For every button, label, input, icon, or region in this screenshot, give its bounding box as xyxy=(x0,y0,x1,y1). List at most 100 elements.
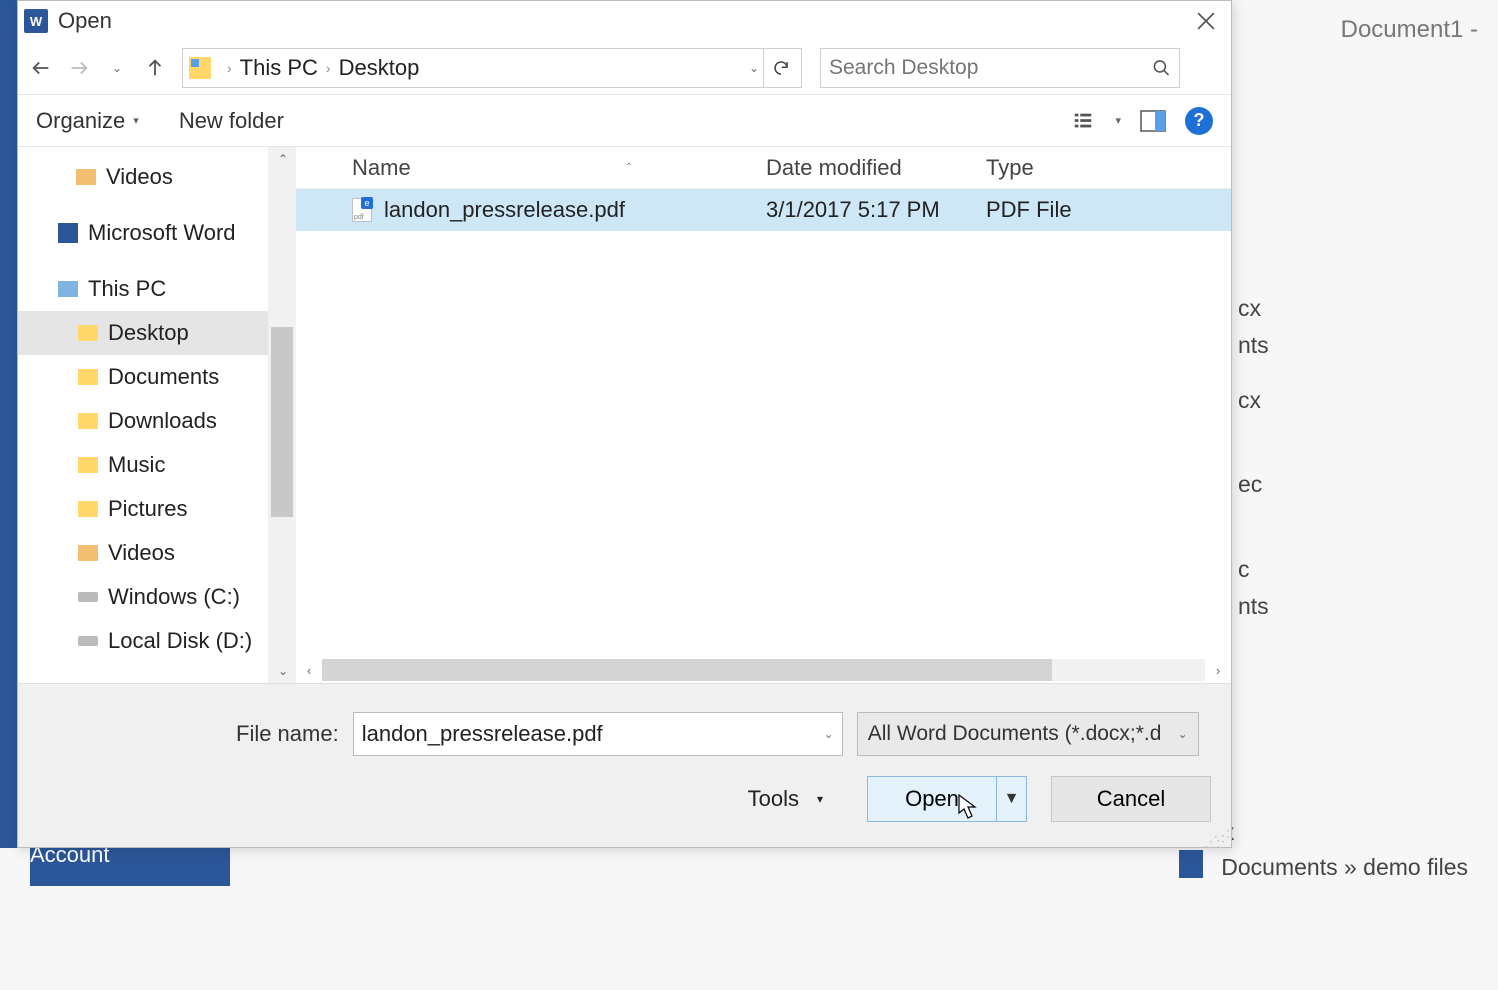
scroll-down-icon[interactable]: ⌄ xyxy=(269,659,297,683)
tree-item-videos-2[interactable]: Videos xyxy=(18,531,268,575)
open-split-button: Open ▼ xyxy=(867,776,1027,822)
navigation-tree[interactable]: Videos Microsoft Word This PC Desktop Do… xyxy=(18,147,268,683)
arrow-up-icon xyxy=(144,57,166,79)
tree-item-music[interactable]: Music xyxy=(18,443,268,487)
resize-grip-icon[interactable]: ⋰⋰⋰ xyxy=(1204,832,1228,844)
preview-pane-icon xyxy=(1140,110,1166,132)
filter-label: All Word Documents (*.docx;*.d xyxy=(868,722,1162,746)
refresh-button[interactable] xyxy=(763,48,797,88)
tools-menu[interactable]: Tools ▾ xyxy=(748,786,823,812)
chevron-down-icon[interactable]: ⌄ xyxy=(824,727,834,741)
scroll-left-icon[interactable]: ‹ xyxy=(296,657,322,683)
tree-label: Desktop xyxy=(108,320,189,346)
tree-item-drive-d[interactable]: Local Disk (D:) xyxy=(18,619,268,663)
open-file-dialog: W Open ⌄ › This PC › Desktop ⌄ xyxy=(17,0,1232,848)
view-mode-button[interactable] xyxy=(1069,107,1097,135)
word-icon xyxy=(58,223,78,243)
scroll-thumb[interactable] xyxy=(271,327,293,517)
filename-label: File name: xyxy=(236,721,339,747)
scroll-right-icon[interactable]: › xyxy=(1205,657,1231,683)
folder-icon xyxy=(78,545,98,561)
tree-label: Videos xyxy=(106,164,173,190)
address-breadcrumb[interactable]: › This PC › Desktop ⌄ xyxy=(182,48,802,88)
help-button[interactable]: ? xyxy=(1185,107,1213,135)
preview-pane-button[interactable] xyxy=(1139,107,1167,135)
scroll-up-icon[interactable]: ⌃ xyxy=(269,147,297,171)
word-recent-list-partial: cx nts cx ec c nts xyxy=(1238,290,1498,625)
tree-label: Music xyxy=(108,452,165,478)
tree-item-this-pc[interactable]: This PC xyxy=(18,267,268,311)
file-date: 3/1/2017 5:17 PM xyxy=(766,197,986,223)
open-dropdown-button[interactable]: ▼ xyxy=(996,777,1026,821)
file-name: landon_pressrelease.pdf xyxy=(384,197,625,223)
arrow-right-icon xyxy=(68,57,90,79)
pc-icon xyxy=(58,281,78,297)
drive-icon xyxy=(78,592,98,602)
folder-icon xyxy=(78,413,98,429)
horizontal-scrollbar[interactable]: ‹ › xyxy=(296,657,1231,683)
organize-label: Organize xyxy=(36,108,125,134)
arrow-left-icon xyxy=(30,57,52,79)
nav-forward-button[interactable] xyxy=(62,51,96,85)
search-input[interactable] xyxy=(829,56,1152,80)
tree-label: Pictures xyxy=(108,496,187,522)
tree-label: This PC xyxy=(88,276,166,302)
refresh-icon xyxy=(772,59,790,77)
folder-icon xyxy=(76,169,96,185)
tree-label: Windows (C:) xyxy=(108,584,240,610)
cancel-button[interactable]: Cancel xyxy=(1051,776,1211,822)
folder-icon xyxy=(78,369,98,385)
tree-label: Downloads xyxy=(108,408,217,434)
folder-icon xyxy=(78,501,98,517)
bottom-panel: File name: ⌄ All Word Documents (*.docx;… xyxy=(18,683,1231,847)
close-icon xyxy=(1197,12,1215,30)
column-name[interactable]: Name ⌃ xyxy=(296,155,766,181)
toolbar-row: Organize ▾ New folder ▾ ? xyxy=(18,95,1231,147)
address-dropdown[interactable]: ⌄ xyxy=(749,61,759,75)
tools-label: Tools xyxy=(748,786,799,812)
word-app-icon: W xyxy=(24,9,48,33)
tree-item-pictures[interactable]: Pictures xyxy=(18,487,268,531)
filename-combobox[interactable]: ⌄ xyxy=(353,712,843,756)
close-button[interactable] xyxy=(1181,1,1231,41)
folder-icon xyxy=(78,325,98,341)
file-type: PDF File xyxy=(986,197,1231,223)
search-icon xyxy=(1152,58,1171,78)
tree-item-microsoft-word[interactable]: Microsoft Word xyxy=(18,211,268,255)
chevron-down-icon: ▾ xyxy=(133,114,139,127)
new-folder-button[interactable]: New folder xyxy=(179,108,284,134)
navigation-row: ⌄ › This PC › Desktop ⌄ xyxy=(18,41,1231,95)
tree-item-desktop[interactable]: Desktop xyxy=(18,311,268,355)
tree-label: Documents xyxy=(108,364,219,390)
breadcrumb-desktop[interactable]: Desktop xyxy=(339,55,420,81)
tree-item-videos[interactable]: Videos xyxy=(18,155,268,199)
filename-input[interactable] xyxy=(362,721,824,747)
search-box[interactable] xyxy=(820,48,1180,88)
breadcrumb-this-pc[interactable]: This PC xyxy=(240,55,318,81)
chevron-down-icon: ⌄ xyxy=(1178,727,1188,741)
file-type-filter[interactable]: All Word Documents (*.docx;*.d ⌄ xyxy=(857,712,1199,756)
breadcrumb-chevron-icon: › xyxy=(227,60,232,76)
chevron-down-icon: ▾ xyxy=(817,792,823,806)
column-date[interactable]: Date modified xyxy=(766,155,986,181)
tree-item-drive-c[interactable]: Windows (C:) xyxy=(18,575,268,619)
organize-menu[interactable]: Organize ▾ xyxy=(36,108,139,134)
sort-indicator-icon: ⌃ xyxy=(625,162,633,173)
dialog-title: Open xyxy=(58,8,112,34)
column-name-label: Name xyxy=(352,155,411,181)
view-dropdown[interactable]: ▾ xyxy=(1115,114,1121,127)
folder-icon xyxy=(78,457,98,473)
tree-label: Videos xyxy=(108,540,175,566)
scroll-thumb[interactable] xyxy=(322,659,1052,681)
file-row[interactable]: landon_pressrelease.pdf 3/1/2017 5:17 PM… xyxy=(296,189,1231,231)
tree-scrollbar[interactable]: ⌃ ⌄ xyxy=(268,147,296,683)
column-type[interactable]: Type xyxy=(986,155,1231,181)
breadcrumb-chevron-icon: › xyxy=(326,60,331,76)
open-button[interactable]: Open xyxy=(868,777,996,821)
nav-history-dropdown[interactable]: ⌄ xyxy=(100,51,134,85)
word-window-title: Document1 - xyxy=(1341,16,1478,44)
tree-item-downloads[interactable]: Downloads xyxy=(18,399,268,443)
nav-back-button[interactable] xyxy=(24,51,58,85)
nav-up-button[interactable] xyxy=(138,51,172,85)
tree-item-documents[interactable]: Documents xyxy=(18,355,268,399)
